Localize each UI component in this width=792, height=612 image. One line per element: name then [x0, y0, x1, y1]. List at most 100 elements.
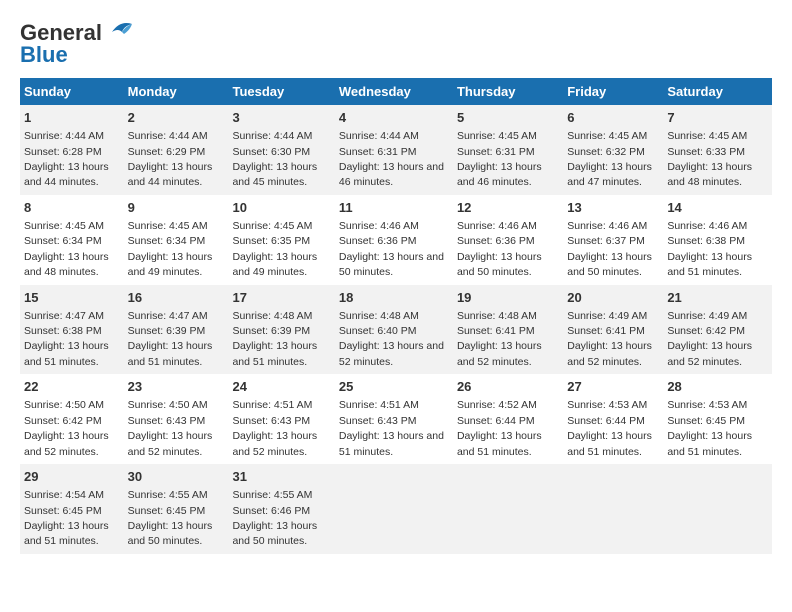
col-header-wednesday: Wednesday — [335, 78, 453, 105]
day-info: Sunrise: 4:50 AMSunset: 6:42 PMDaylight:… — [24, 399, 109, 457]
day-cell: 12 Sunrise: 4:46 AMSunset: 6:36 PMDaylig… — [453, 195, 563, 285]
day-cell: 10 Sunrise: 4:45 AMSunset: 6:35 PMDaylig… — [228, 195, 334, 285]
day-cell: 14 Sunrise: 4:46 AMSunset: 6:38 PMDaylig… — [663, 195, 772, 285]
day-number: 21 — [667, 289, 768, 307]
day-info: Sunrise: 4:45 AMSunset: 6:32 PMDaylight:… — [567, 130, 652, 188]
day-number: 23 — [128, 378, 225, 396]
logo: General Blue — [20, 20, 136, 68]
day-cell: 13 Sunrise: 4:46 AMSunset: 6:37 PMDaylig… — [563, 195, 663, 285]
col-header-monday: Monday — [124, 78, 229, 105]
day-cell: 6 Sunrise: 4:45 AMSunset: 6:32 PMDayligh… — [563, 105, 663, 195]
day-number: 27 — [567, 378, 659, 396]
day-cell: 4 Sunrise: 4:44 AMSunset: 6:31 PMDayligh… — [335, 105, 453, 195]
day-info: Sunrise: 4:55 AMSunset: 6:46 PMDaylight:… — [232, 489, 317, 547]
day-number: 5 — [457, 109, 559, 127]
day-info: Sunrise: 4:45 AMSunset: 6:35 PMDaylight:… — [232, 220, 317, 278]
day-info: Sunrise: 4:44 AMSunset: 6:30 PMDaylight:… — [232, 130, 317, 188]
day-info: Sunrise: 4:47 AMSunset: 6:38 PMDaylight:… — [24, 310, 109, 368]
day-number: 6 — [567, 109, 659, 127]
day-number: 29 — [24, 468, 120, 486]
day-info: Sunrise: 4:46 AMSunset: 6:36 PMDaylight:… — [457, 220, 542, 278]
day-info: Sunrise: 4:44 AMSunset: 6:28 PMDaylight:… — [24, 130, 109, 188]
day-info: Sunrise: 4:49 AMSunset: 6:41 PMDaylight:… — [567, 310, 652, 368]
day-number: 20 — [567, 289, 659, 307]
day-cell: 17 Sunrise: 4:48 AMSunset: 6:39 PMDaylig… — [228, 285, 334, 375]
day-number: 9 — [128, 199, 225, 217]
day-number: 24 — [232, 378, 330, 396]
page-header: General Blue — [20, 20, 772, 68]
day-cell — [335, 464, 453, 554]
day-cell: 24 Sunrise: 4:51 AMSunset: 6:43 PMDaylig… — [228, 374, 334, 464]
day-number: 13 — [567, 199, 659, 217]
day-cell: 8 Sunrise: 4:45 AMSunset: 6:34 PMDayligh… — [20, 195, 124, 285]
day-info: Sunrise: 4:53 AMSunset: 6:45 PMDaylight:… — [667, 399, 752, 457]
day-number: 31 — [232, 468, 330, 486]
day-info: Sunrise: 4:48 AMSunset: 6:39 PMDaylight:… — [232, 310, 317, 368]
day-cell: 28 Sunrise: 4:53 AMSunset: 6:45 PMDaylig… — [663, 374, 772, 464]
day-cell: 29 Sunrise: 4:54 AMSunset: 6:45 PMDaylig… — [20, 464, 124, 554]
day-number: 12 — [457, 199, 559, 217]
day-number: 25 — [339, 378, 449, 396]
day-info: Sunrise: 4:48 AMSunset: 6:40 PMDaylight:… — [339, 310, 444, 368]
day-cell: 16 Sunrise: 4:47 AMSunset: 6:39 PMDaylig… — [124, 285, 229, 375]
day-cell: 15 Sunrise: 4:47 AMSunset: 6:38 PMDaylig… — [20, 285, 124, 375]
day-cell: 27 Sunrise: 4:53 AMSunset: 6:44 PMDaylig… — [563, 374, 663, 464]
day-info: Sunrise: 4:45 AMSunset: 6:34 PMDaylight:… — [128, 220, 213, 278]
day-number: 28 — [667, 378, 768, 396]
day-cell: 31 Sunrise: 4:55 AMSunset: 6:46 PMDaylig… — [228, 464, 334, 554]
day-info: Sunrise: 4:53 AMSunset: 6:44 PMDaylight:… — [567, 399, 652, 457]
day-cell: 30 Sunrise: 4:55 AMSunset: 6:45 PMDaylig… — [124, 464, 229, 554]
col-header-sunday: Sunday — [20, 78, 124, 105]
day-info: Sunrise: 4:45 AMSunset: 6:33 PMDaylight:… — [667, 130, 752, 188]
day-info: Sunrise: 4:54 AMSunset: 6:45 PMDaylight:… — [24, 489, 109, 547]
day-number: 8 — [24, 199, 120, 217]
col-header-friday: Friday — [563, 78, 663, 105]
day-number: 15 — [24, 289, 120, 307]
day-info: Sunrise: 4:49 AMSunset: 6:42 PMDaylight:… — [667, 310, 752, 368]
day-cell — [453, 464, 563, 554]
day-number: 17 — [232, 289, 330, 307]
day-number: 19 — [457, 289, 559, 307]
day-info: Sunrise: 4:46 AMSunset: 6:38 PMDaylight:… — [667, 220, 752, 278]
day-info: Sunrise: 4:44 AMSunset: 6:31 PMDaylight:… — [339, 130, 444, 188]
day-cell — [563, 464, 663, 554]
day-number: 18 — [339, 289, 449, 307]
day-cell: 9 Sunrise: 4:45 AMSunset: 6:34 PMDayligh… — [124, 195, 229, 285]
day-number: 11 — [339, 199, 449, 217]
day-cell: 25 Sunrise: 4:51 AMSunset: 6:43 PMDaylig… — [335, 374, 453, 464]
day-number: 22 — [24, 378, 120, 396]
day-number: 10 — [232, 199, 330, 217]
col-header-thursday: Thursday — [453, 78, 563, 105]
day-info: Sunrise: 4:52 AMSunset: 6:44 PMDaylight:… — [457, 399, 542, 457]
day-cell: 26 Sunrise: 4:52 AMSunset: 6:44 PMDaylig… — [453, 374, 563, 464]
day-number: 30 — [128, 468, 225, 486]
logo-blue-text: Blue — [20, 42, 68, 68]
week-row-1: 1 Sunrise: 4:44 AMSunset: 6:28 PMDayligh… — [20, 105, 772, 195]
day-info: Sunrise: 4:51 AMSunset: 6:43 PMDaylight:… — [339, 399, 444, 457]
week-row-4: 22 Sunrise: 4:50 AMSunset: 6:42 PMDaylig… — [20, 374, 772, 464]
day-info: Sunrise: 4:51 AMSunset: 6:43 PMDaylight:… — [232, 399, 317, 457]
day-number: 26 — [457, 378, 559, 396]
day-number: 14 — [667, 199, 768, 217]
day-cell: 20 Sunrise: 4:49 AMSunset: 6:41 PMDaylig… — [563, 285, 663, 375]
calendar-table: SundayMondayTuesdayWednesdayThursdayFrid… — [20, 78, 772, 554]
day-number: 1 — [24, 109, 120, 127]
day-info: Sunrise: 4:55 AMSunset: 6:45 PMDaylight:… — [128, 489, 213, 547]
day-cell: 1 Sunrise: 4:44 AMSunset: 6:28 PMDayligh… — [20, 105, 124, 195]
day-cell: 22 Sunrise: 4:50 AMSunset: 6:42 PMDaylig… — [20, 374, 124, 464]
day-number: 16 — [128, 289, 225, 307]
day-cell: 19 Sunrise: 4:48 AMSunset: 6:41 PMDaylig… — [453, 285, 563, 375]
day-number: 2 — [128, 109, 225, 127]
day-info: Sunrise: 4:46 AMSunset: 6:36 PMDaylight:… — [339, 220, 444, 278]
day-info: Sunrise: 4:50 AMSunset: 6:43 PMDaylight:… — [128, 399, 213, 457]
day-info: Sunrise: 4:45 AMSunset: 6:34 PMDaylight:… — [24, 220, 109, 278]
day-cell: 18 Sunrise: 4:48 AMSunset: 6:40 PMDaylig… — [335, 285, 453, 375]
day-number: 7 — [667, 109, 768, 127]
day-info: Sunrise: 4:46 AMSunset: 6:37 PMDaylight:… — [567, 220, 652, 278]
day-cell: 21 Sunrise: 4:49 AMSunset: 6:42 PMDaylig… — [663, 285, 772, 375]
day-info: Sunrise: 4:44 AMSunset: 6:29 PMDaylight:… — [128, 130, 213, 188]
day-info: Sunrise: 4:47 AMSunset: 6:39 PMDaylight:… — [128, 310, 213, 368]
day-number: 3 — [232, 109, 330, 127]
col-header-saturday: Saturday — [663, 78, 772, 105]
day-cell: 5 Sunrise: 4:45 AMSunset: 6:31 PMDayligh… — [453, 105, 563, 195]
